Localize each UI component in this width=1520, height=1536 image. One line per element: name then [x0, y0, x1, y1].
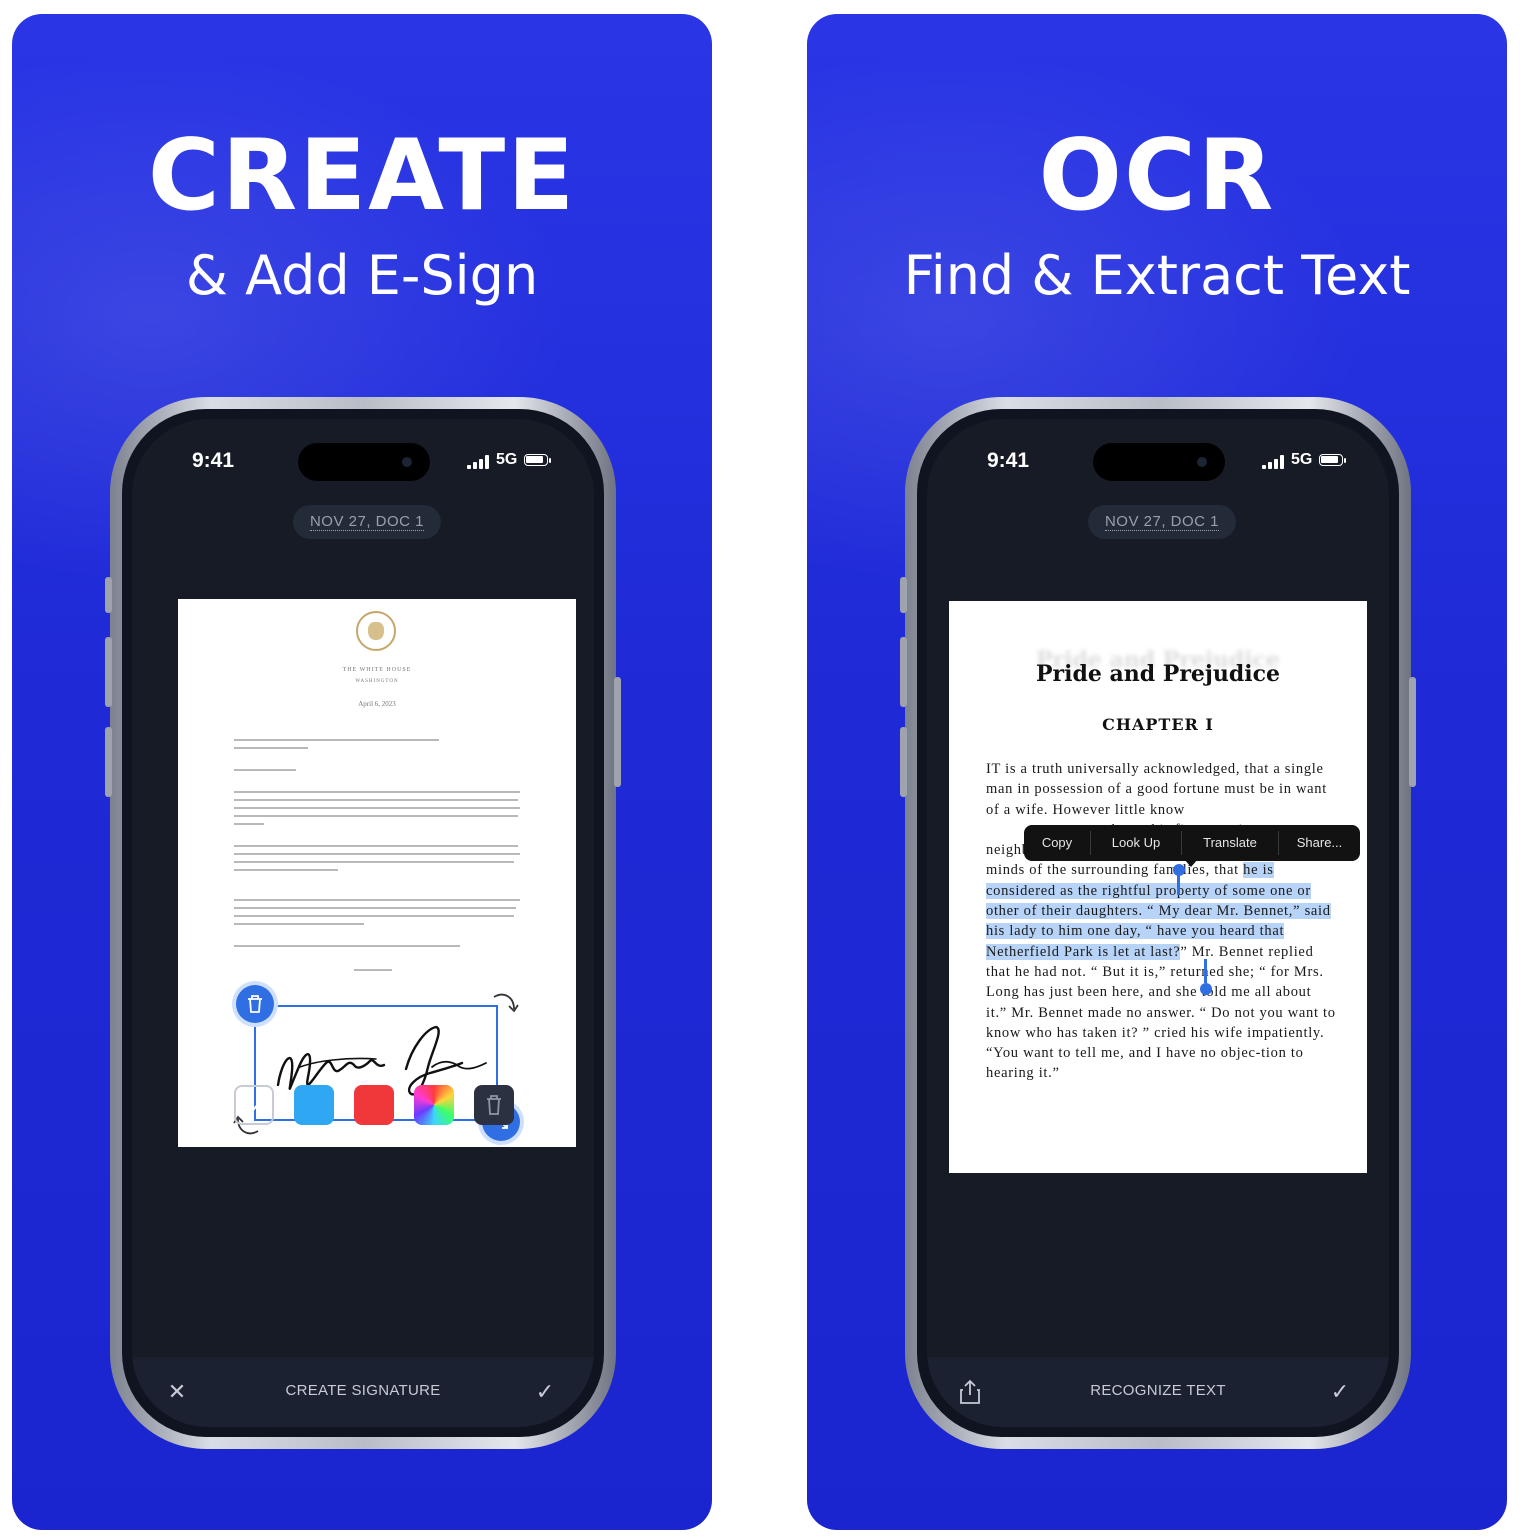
status-time: 9:41	[192, 449, 235, 472]
document-title: NOV 27, DOC 1	[309, 513, 425, 531]
volume-down-button	[900, 727, 907, 797]
color-wheel-icon[interactable]	[414, 1085, 454, 1125]
phone-mockup: 9:41 5G NOV 27, DOC 1 THE WHITE HOUSE WA…	[105, 397, 621, 1449]
network-label: 5G	[1291, 451, 1313, 468]
letter-date: April 6, 2023	[358, 700, 396, 708]
color-swatch-red[interactable]	[354, 1085, 394, 1125]
network-label: 5G	[496, 451, 518, 468]
check-icon[interactable]: ✓	[1325, 1377, 1355, 1407]
document-title-pill[interactable]: NOV 27, DOC 1	[1088, 505, 1236, 539]
dynamic-island	[298, 443, 430, 481]
battery-icon	[1319, 454, 1343, 466]
toolbar-title: RECOGNIZE TEXT	[1090, 1382, 1226, 1399]
selection-start-caret	[1177, 871, 1180, 895]
check-icon[interactable]: ✓	[530, 1377, 560, 1407]
letterhead: THE WHITE HOUSE	[342, 667, 412, 673]
feature-panel-create: CREATE & Add E-Sign 9:41 5G NOV 27, DOC …	[12, 14, 712, 1530]
headline: OCR	[1038, 119, 1276, 233]
trash-icon	[248, 995, 262, 1013]
power-button	[1409, 677, 1416, 787]
volume-up-button	[900, 637, 907, 707]
phone-screen: 9:41 5G NOV 27, DOC 1 THE WHITE HOUSE WA…	[122, 409, 604, 1437]
menu-share[interactable]: Share...	[1279, 825, 1360, 861]
status-bar: 9:41 5G	[927, 443, 1389, 481]
trash-button[interactable]	[474, 1085, 514, 1125]
app-screen: 9:41 5G NOV 27, DOC 1 Pride and Prejudic…	[927, 419, 1389, 1427]
color-swatch-blue[interactable]	[294, 1085, 334, 1125]
status-time: 9:41	[987, 449, 1030, 472]
battery-icon	[524, 454, 548, 466]
action-button	[105, 577, 112, 613]
dynamic-island	[1093, 443, 1225, 481]
presidential-seal-icon	[356, 611, 396, 651]
power-button	[614, 677, 621, 787]
signal-icon	[1262, 455, 1288, 469]
selection-end-caret	[1204, 959, 1207, 983]
menu-copy[interactable]: Copy	[1024, 825, 1090, 861]
trash-icon	[487, 1095, 501, 1115]
check-square-icon[interactable]	[234, 1085, 274, 1125]
text-context-menu: Copy Look Up Translate Share...	[1024, 825, 1360, 867]
delete-signature-handle[interactable]	[236, 985, 274, 1023]
volume-up-button	[105, 637, 112, 707]
recognized-text[interactable]: IT is a truth universally acknowledged, …	[986, 759, 1336, 1084]
bottom-toolbar: RECOGNIZE TEXT ✓	[927, 1357, 1389, 1427]
subheadline: Find & Extract Text	[903, 244, 1411, 307]
signal-icon	[467, 455, 493, 469]
rotate-arrow-icon[interactable]	[490, 989, 520, 1019]
book-page: Pride and Prejudice Pride and Prejudice …	[949, 601, 1367, 1173]
letterhead-city: WASHINGTON	[355, 679, 399, 684]
phone-screen: 9:41 5G NOV 27, DOC 1 Pride and Prejudic…	[917, 409, 1399, 1437]
chapter-heading[interactable]: CHAPTER I	[949, 715, 1367, 734]
bottom-toolbar: ✕ CREATE SIGNATURE ✓	[132, 1357, 594, 1427]
headline: CREATE	[147, 119, 577, 233]
document-title-pill[interactable]: NOV 27, DOC 1	[293, 505, 441, 539]
phone-mockup: 9:41 5G NOV 27, DOC 1 Pride and Prejudic…	[900, 397, 1416, 1449]
subheadline: & Add E-Sign	[185, 244, 539, 307]
feature-panel-ocr: OCR Find & Extract Text 9:41 5G NOV 27, …	[807, 14, 1507, 1530]
signature-color-palette	[132, 1081, 594, 1131]
selection-end-handle[interactable]	[1200, 983, 1212, 995]
action-button	[900, 577, 907, 613]
toolbar-title: CREATE SIGNATURE	[285, 1382, 441, 1399]
text-after: ” Mr. Bennet replied that he had not. “ …	[986, 943, 1336, 1082]
app-screen: 9:41 5G NOV 27, DOC 1 THE WHITE HOUSE WA…	[132, 419, 594, 1427]
book-title[interactable]: Pride and Prejudice	[949, 661, 1367, 687]
menu-translate[interactable]: Translate	[1182, 825, 1278, 861]
status-bar: 9:41 5G	[132, 443, 594, 481]
menu-look-up[interactable]: Look Up	[1091, 825, 1181, 861]
document-title: NOV 27, DOC 1	[1104, 513, 1220, 531]
letter-document: THE WHITE HOUSE WASHINGTON April 6, 2023	[178, 599, 576, 1147]
volume-down-button	[105, 727, 112, 797]
